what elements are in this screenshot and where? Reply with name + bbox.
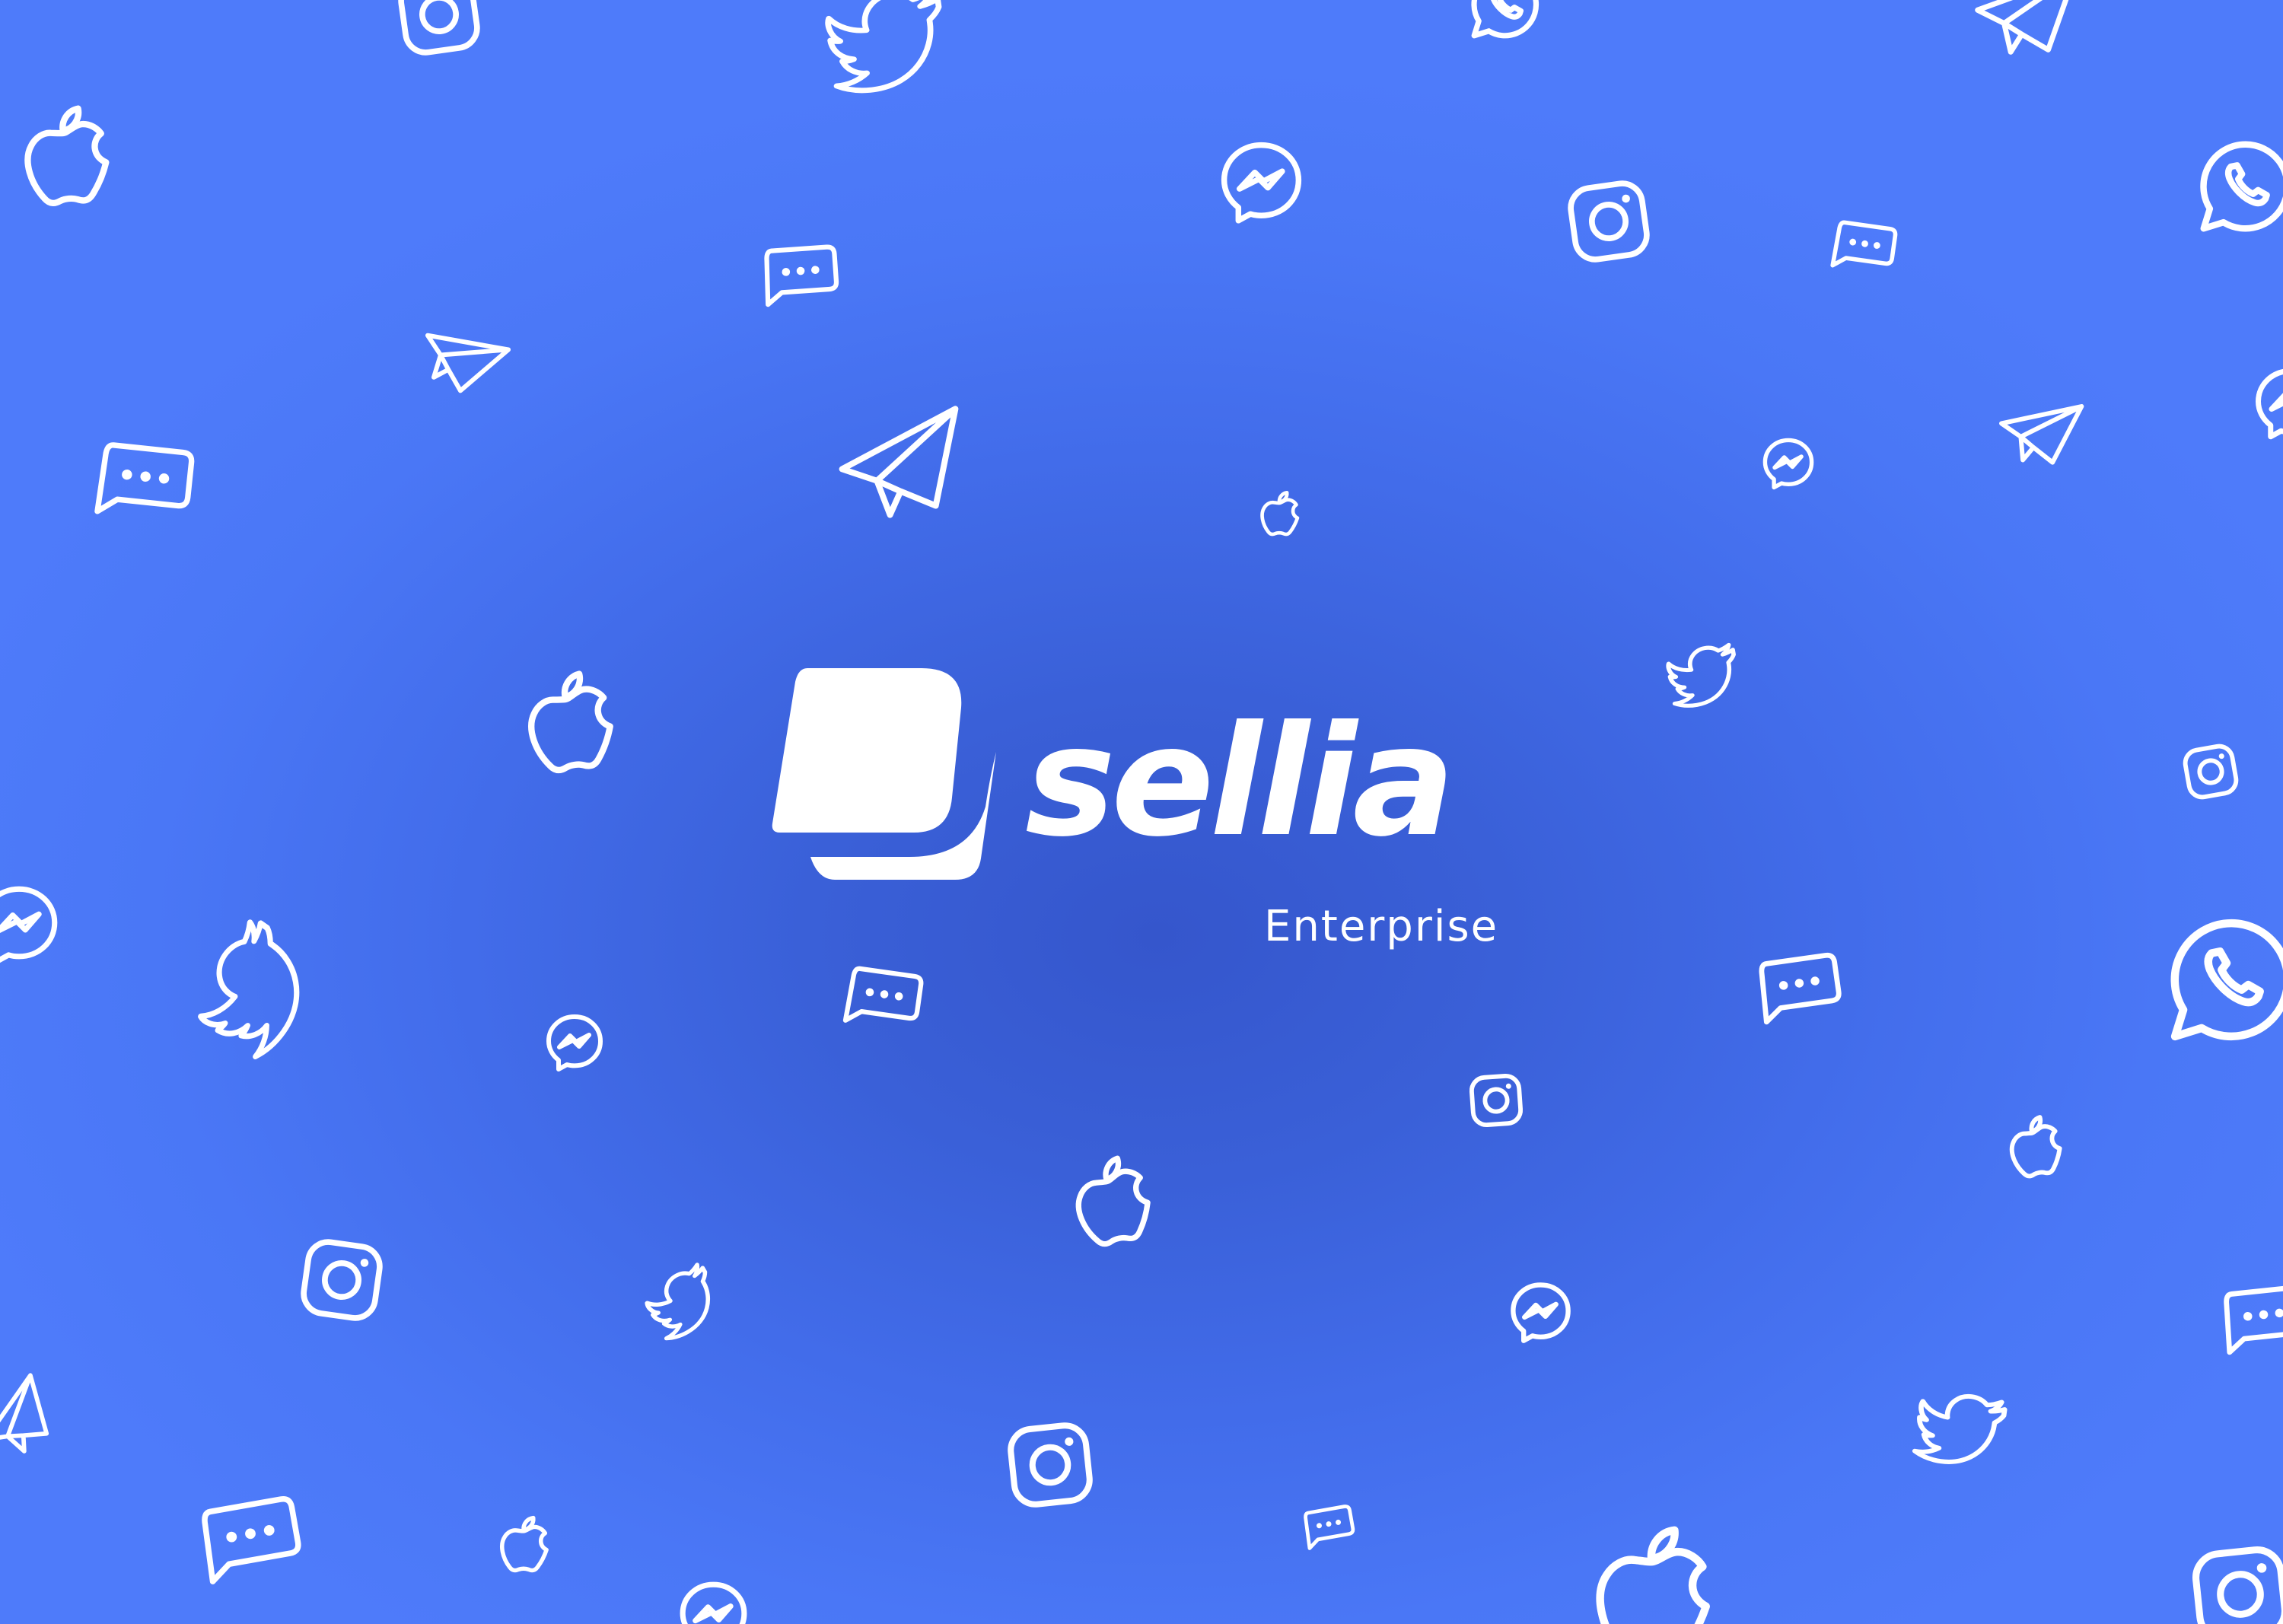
whatsapp-icon (2170, 919, 2283, 1041)
instagram-icon (2183, 744, 2239, 800)
chat-bubble-icon (94, 442, 195, 514)
apple-icon (1075, 1155, 1151, 1247)
instagram-icon (1469, 1073, 1524, 1128)
messenger-icon (680, 1581, 747, 1624)
telegram-icon (0, 1373, 49, 1454)
chat-bubble-icon (1304, 1505, 1355, 1550)
apple-icon (528, 670, 613, 774)
sellia-logo: sellia Enterprise (765, 662, 1526, 966)
apple-icon (500, 1515, 549, 1573)
brand-wordmark: sellia (1025, 693, 1455, 871)
telegram-icon (839, 406, 959, 518)
messenger-icon (1511, 1282, 1571, 1343)
twitter-icon (198, 919, 300, 1059)
whatsapp-icon (1471, 0, 1540, 39)
twitter-icon (645, 1263, 711, 1341)
chat-bubble-icon (764, 244, 839, 307)
telegram-icon (1999, 404, 2084, 465)
messenger-icon (1762, 438, 1814, 490)
chat-bubble-icon (202, 1495, 301, 1584)
chat-bubble-icon (1759, 952, 1842, 1025)
chat-bubble-icon (1830, 220, 1898, 268)
messenger-icon (0, 886, 58, 963)
instagram-icon (301, 1239, 383, 1321)
apple-icon (1596, 1526, 1710, 1624)
twitter-icon (1912, 1393, 2008, 1464)
instagram-icon (398, 0, 480, 56)
twitter-icon (825, 0, 942, 94)
instagram-icon (1568, 180, 1650, 263)
whatsapp-icon (2200, 141, 2283, 232)
messenger-icon (546, 1014, 603, 1072)
twitter-icon (1666, 642, 1736, 708)
messenger-icon (2256, 369, 2283, 440)
brand-subtitle: Enterprise (1264, 902, 1499, 951)
telegram-icon (1975, 0, 2069, 55)
instagram-icon (1008, 1422, 1093, 1508)
splash-canvas: sellia Enterprise (0, 0, 2283, 1624)
chat-bubble-icon (2224, 1285, 2283, 1355)
chat-bubble-icon (842, 966, 924, 1023)
messenger-icon (1221, 142, 1302, 224)
apple-icon (24, 105, 110, 207)
apple-icon (2009, 1115, 2062, 1179)
apple-icon (1260, 490, 1300, 537)
telegram-icon (425, 333, 511, 393)
instagram-icon (2192, 1546, 2283, 1624)
sellia-logo-mark-icon (772, 668, 996, 880)
